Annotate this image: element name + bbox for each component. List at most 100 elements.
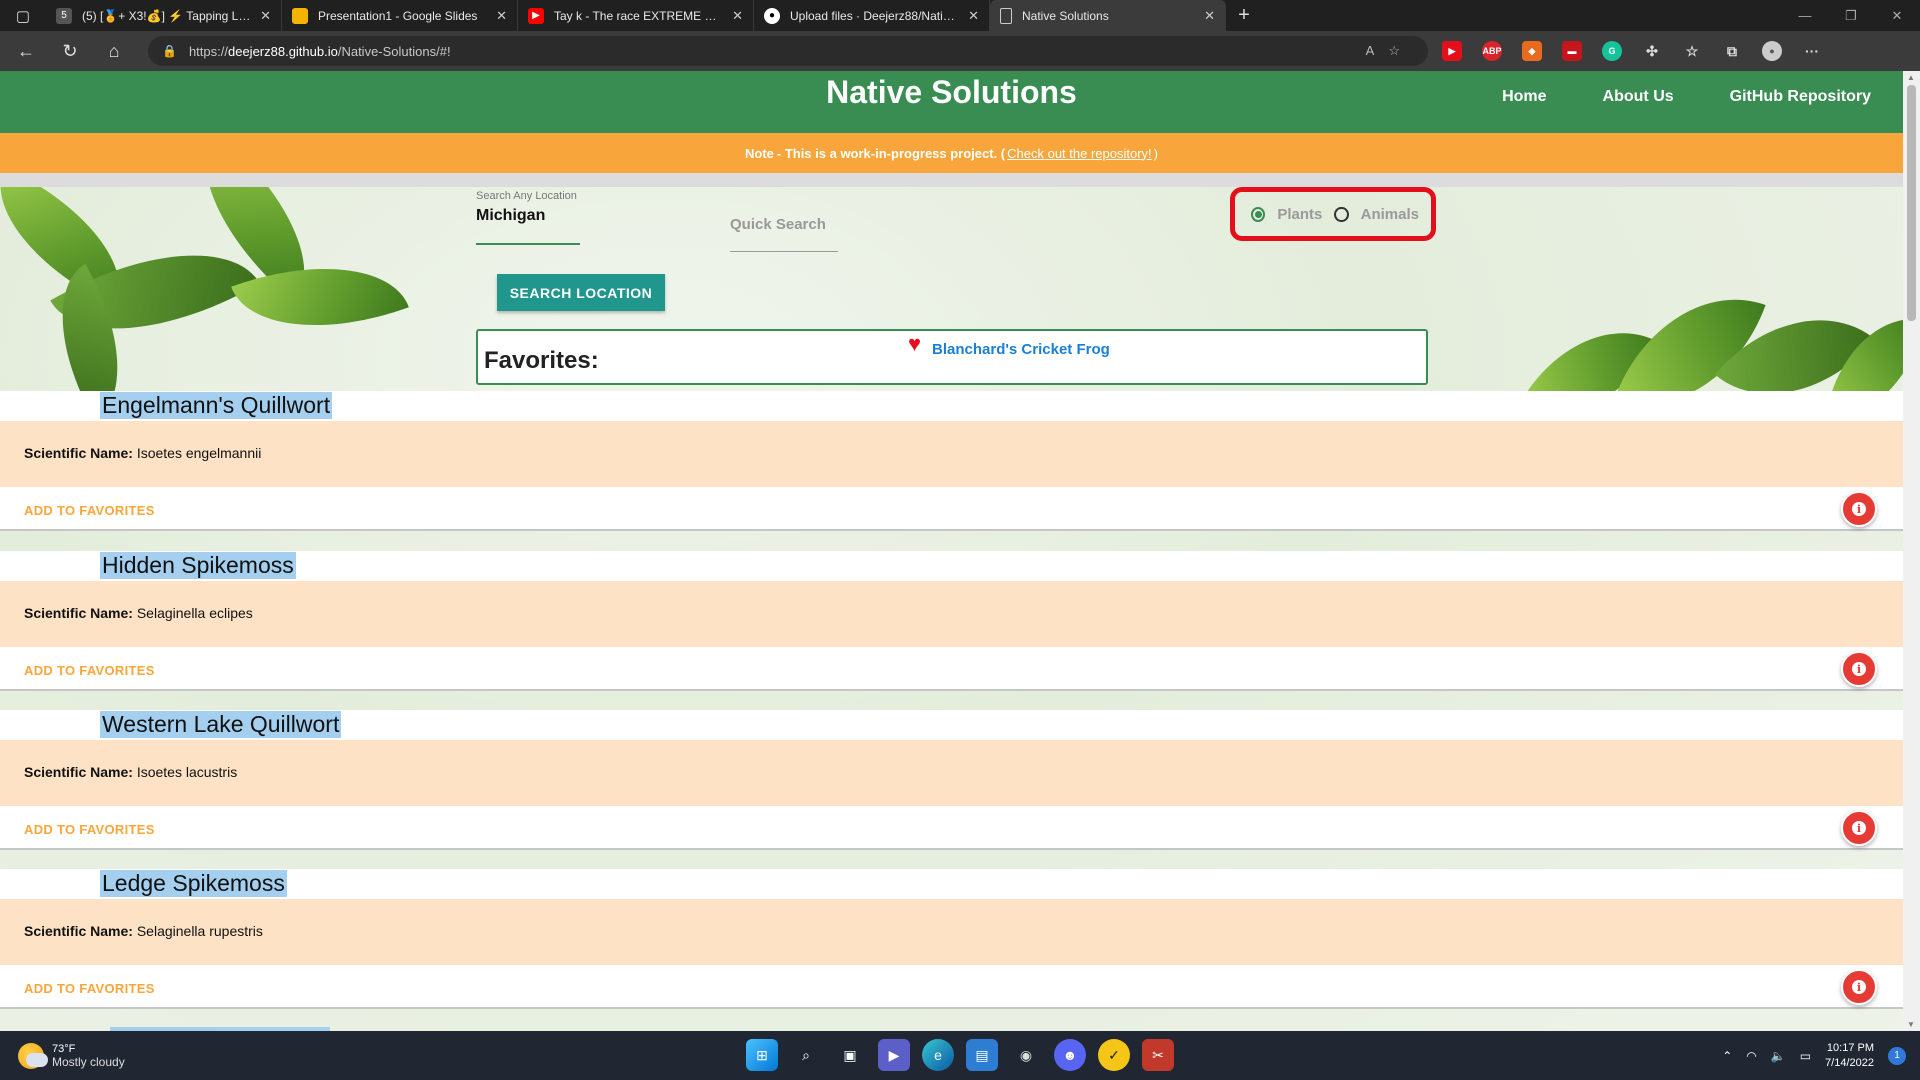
youtube-icon: ▶	[528, 7, 544, 24]
animals-radio-label[interactable]: Animals	[1361, 206, 1419, 223]
nav-github-link[interactable]: GitHub Repository	[1730, 88, 1871, 106]
remote-desktop-icon[interactable]: ▤	[966, 1039, 998, 1071]
page-scrollbar[interactable]: ▲ ▼	[1903, 71, 1920, 1031]
back-icon[interactable]: ←	[8, 35, 44, 67]
tab-tapping-legends[interactable]: 5 (5) [🏅+ X3!💰] ⚡ Tapping Legends ✕	[46, 0, 282, 31]
profile-avatar[interactable]: ●	[1762, 41, 1782, 61]
plants-radio[interactable]	[1251, 206, 1266, 222]
info-button[interactable]: i	[1841, 969, 1877, 1005]
minimize-button[interactable]: —	[1782, 0, 1828, 31]
quick-search-field[interactable]: Quick Search	[730, 216, 838, 252]
adblock-plus-icon[interactable]: ABP	[1482, 41, 1502, 61]
restore-button[interactable]: ❐	[1828, 0, 1874, 31]
info-button[interactable]: i	[1841, 810, 1877, 846]
species-details: Scientific Name: Isoetes lacustris	[0, 740, 1903, 806]
task-view-icon[interactable]: ▣	[834, 1039, 866, 1071]
species-details: Scientific Name: Isoetes engelmannii	[0, 421, 1903, 487]
card-actions: ADD TO FAVORITES	[0, 965, 1903, 1009]
refresh-icon[interactable]: ↻	[52, 35, 88, 67]
tab-actions-icon[interactable]: ▢	[0, 0, 46, 31]
tab-google-slides[interactable]: Presentation1 - Google Slides ✕	[282, 0, 518, 31]
edge-icon[interactable]: e	[922, 1039, 954, 1071]
scroll-up-icon[interactable]: ▲	[1907, 73, 1915, 82]
collections-icon[interactable]: ⧉	[1722, 41, 1742, 61]
info-icon: i	[1852, 821, 1866, 835]
nav-about-link[interactable]: About Us	[1603, 88, 1674, 106]
notification-badge[interactable]: 1	[1888, 1046, 1906, 1065]
taskbar-apps: ⊞ ⌕ ▣ ▶ e ▤ ◉ ☻ ✓ ✂	[746, 1039, 1174, 1071]
url-host: deejerz88.github.io	[227, 43, 338, 59]
extensions-icon[interactable]: ✣	[1642, 41, 1662, 61]
tab-youtube[interactable]: ▶ Tay k - The race EXTREME BASS BOOSTED …	[518, 0, 754, 31]
temperature: 73°F	[52, 1042, 76, 1055]
input-underline	[730, 251, 838, 252]
location-search-input[interactable]: Michigan	[476, 207, 580, 225]
location-search-field[interactable]: Search Any Location Michigan	[476, 190, 580, 245]
close-window-button[interactable]: ✕	[1874, 0, 1920, 31]
card-actions: ADD TO FAVORITES	[0, 806, 1903, 850]
close-icon[interactable]: ✕	[968, 8, 979, 24]
quick-search-input[interactable]: Quick Search	[730, 216, 838, 233]
honey-extension-icon[interactable]: ◆	[1522, 41, 1542, 61]
scientific-name-label: Scientific Name:	[24, 445, 133, 461]
tab-native-solutions[interactable]: Native Solutions ✕	[990, 0, 1226, 31]
repository-link[interactable]: Check out the repository!	[1007, 146, 1152, 161]
scrollbar-thumb[interactable]	[1907, 85, 1916, 321]
new-tab-button[interactable]: +	[1226, 0, 1262, 31]
close-icon[interactable]: ✕	[1204, 8, 1215, 24]
mouse-app-icon[interactable]: ◉	[1010, 1039, 1042, 1071]
discord-icon[interactable]: ☻	[1054, 1039, 1086, 1071]
teams-chat-icon[interactable]: ▶	[878, 1039, 910, 1071]
nav-home-link[interactable]: Home	[1502, 88, 1546, 106]
more-menu-icon[interactable]: ···	[1802, 41, 1822, 61]
favorite-item[interactable]: Blanchard's Cricket Frog	[932, 341, 1110, 358]
add-to-favorites-button[interactable]: ADD TO FAVORITES	[24, 822, 155, 837]
search-location-button[interactable]: SEARCH LOCATION	[497, 274, 665, 311]
close-icon[interactable]: ✕	[260, 8, 271, 24]
red-extension-icon[interactable]: ▬	[1562, 41, 1582, 61]
close-icon[interactable]: ✕	[496, 8, 507, 24]
favorites-icon[interactable]: ☆	[1682, 41, 1702, 61]
info-button[interactable]: i	[1841, 491, 1877, 527]
note-close-paren: )	[1153, 145, 1159, 161]
windows-start-icon[interactable]: ⊞	[746, 1039, 778, 1071]
animals-radio[interactable]	[1334, 206, 1349, 222]
url-scheme: https://	[188, 43, 228, 59]
wifi-icon[interactable]: ◠	[1746, 1049, 1756, 1063]
species-card: Ledge Spikemoss Scientific Name: Selagin…	[0, 869, 1903, 1009]
add-to-favorites-button[interactable]: ADD TO FAVORITES	[24, 981, 155, 996]
address-bar[interactable]: 🔒 https://deejerz88.github.io/Native-Sol…	[148, 36, 1428, 66]
grammarly-icon[interactable]: G	[1602, 41, 1622, 61]
info-icon: i	[1852, 662, 1866, 676]
chevron-up-icon[interactable]: ⌃	[1722, 1049, 1732, 1063]
info-button[interactable]: i	[1841, 651, 1877, 687]
url-path: /Native-Solutions/#!	[337, 43, 451, 59]
home-icon[interactable]: ⌂	[96, 35, 132, 67]
read-aloud-favorite-icons[interactable]: A☆	[1366, 43, 1414, 59]
volume-icon[interactable]: 🔈	[1771, 1049, 1786, 1063]
tab-title: Native Solutions	[1022, 8, 1109, 23]
tab-title: Presentation1 - Google Slides	[318, 8, 478, 23]
weather-icon	[18, 1042, 48, 1069]
species-name: Hidden Spikemoss	[100, 552, 296, 579]
battery-icon[interactable]: ▭	[1800, 1049, 1811, 1063]
heart-icon[interactable]: ♥	[908, 331, 921, 357]
search-icon[interactable]: ⌕	[790, 1039, 822, 1071]
add-to-favorites-button[interactable]: ADD TO FAVORITES	[24, 663, 155, 678]
tab-github[interactable]: ● Upload files · Deejerz88/Native-Soluti…	[754, 0, 990, 31]
weather-widget[interactable]: 73°F Mostly cloudy	[18, 1042, 125, 1069]
close-icon[interactable]: ✕	[732, 8, 743, 24]
github-icon: ●	[764, 7, 780, 24]
slides-icon	[292, 7, 308, 24]
plants-radio-label[interactable]: Plants	[1277, 206, 1322, 223]
species-name-row: Western Lake Quillwort	[0, 710, 1903, 740]
youtube-extension-icon[interactable]: ▶	[1442, 41, 1462, 61]
divider	[0, 173, 1903, 187]
lock-icon[interactable]: 🔒	[162, 44, 177, 58]
clock[interactable]: 10:17 PM 7/14/2022	[1825, 1041, 1874, 1071]
add-to-favorites-button[interactable]: ADD TO FAVORITES	[24, 503, 155, 518]
scroll-down-icon[interactable]: ▼	[1907, 1020, 1915, 1029]
norton-icon[interactable]: ✓	[1098, 1039, 1130, 1071]
snipping-tool-icon[interactable]: ✂	[1142, 1039, 1174, 1071]
scientific-name: Scientific Name: Isoetes engelmannii	[24, 445, 261, 461]
